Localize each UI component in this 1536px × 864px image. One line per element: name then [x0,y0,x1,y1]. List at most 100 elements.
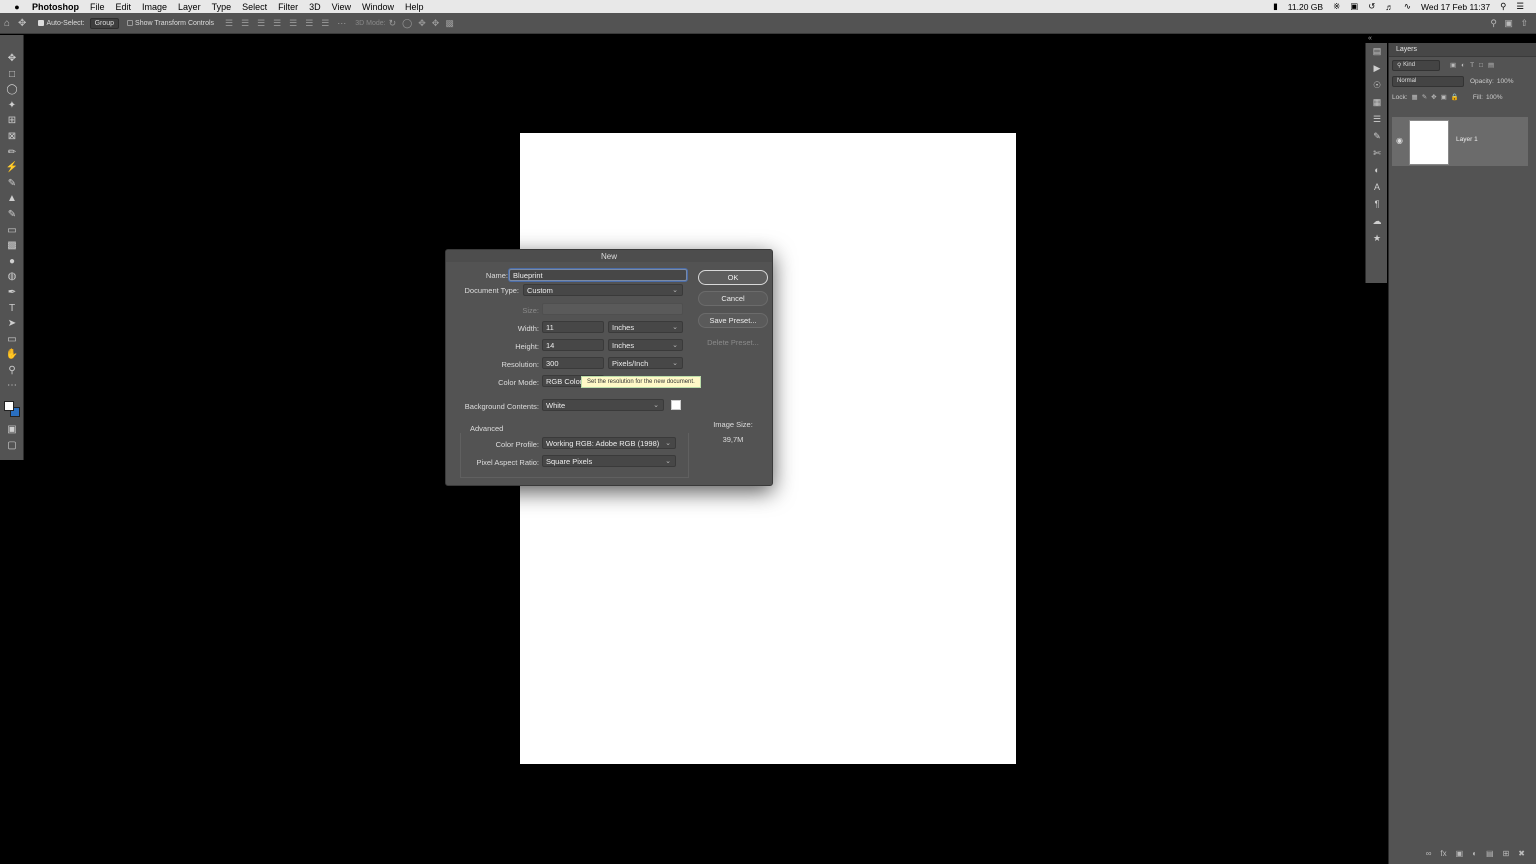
move-tool-icon[interactable]: ✥ [0,51,24,67]
workspace-icon[interactable]: ▣ [1504,18,1513,28]
quick-mask-icon[interactable]: ▣ [0,422,24,438]
zoom-tool-icon[interactable]: ⚲ [0,363,24,379]
align-middle-icon[interactable]: ☰ [289,18,297,28]
frame-tool-icon[interactable]: ⊠ [0,129,24,145]
app-menu[interactable]: Photoshop [32,2,79,12]
control-center-icon[interactable]: ☰ [1516,1,1524,12]
type-tool-icon[interactable]: T [0,301,24,317]
magic-wand-tool-icon[interactable]: ✦ [0,98,24,114]
paths-panel-icon[interactable]: ★ [1366,230,1388,247]
group-icon[interactable]: ▤ [1486,849,1494,858]
crop-tool-icon[interactable]: ⊞ [0,113,24,129]
auto-select-dropdown[interactable]: Group [89,17,120,29]
menu-select[interactable]: Select [242,2,267,12]
trash-icon[interactable]: ✖ [1518,849,1525,858]
dodge-tool-icon[interactable]: ◍ [0,269,24,285]
resolution-input[interactable]: 300 [542,357,604,369]
name-input[interactable]: Blueprint [509,269,687,281]
menu-filter[interactable]: Filter [278,2,298,12]
menu-help[interactable]: Help [405,2,424,12]
transform-controls-checkbox[interactable] [127,20,134,26]
menu-file[interactable]: File [90,2,105,12]
home-icon[interactable]: ⌂ [4,18,10,29]
character-panel-icon[interactable]: A [1366,179,1388,196]
hand-tool-icon[interactable]: ✋ [0,347,24,363]
new-layer-icon[interactable]: ⊞ [1503,849,1510,858]
volume-icon[interactable]: ♬ [1385,2,1394,12]
wifi-icon[interactable]: ∿ [1404,1,1411,12]
screen-icon[interactable]: ▣ [1350,1,1358,12]
align-left-icon[interactable]: ☰ [225,18,233,28]
height-input[interactable]: 14 [542,339,604,351]
share-icon[interactable]: ⇧ [1520,18,1528,28]
menu-layer[interactable]: Layer [178,2,201,12]
paragraph-panel-icon[interactable]: ¶ [1366,196,1388,213]
visibility-eye-icon[interactable]: ◉ [1396,136,1403,145]
height-unit-dropdown[interactable]: Inches ⌄ [608,339,683,351]
link-layers-icon[interactable]: ∞ [1426,849,1432,858]
menu-type[interactable]: Type [212,2,232,12]
history-panel-icon[interactable]: ▤ [1366,43,1388,60]
cancel-button[interactable]: Cancel [698,291,768,306]
distribute-icon[interactable]: ☰ [321,18,329,28]
align-right-icon[interactable]: ☰ [257,18,265,28]
resolution-unit-dropdown[interactable]: Pixels/Inch ⌄ [608,357,683,369]
rectangle-tool-icon[interactable]: ▭ [0,332,24,348]
3d-roll-icon[interactable]: ◯ [402,18,412,29]
menu-image[interactable]: Image [142,2,167,12]
color-panel-icon[interactable]: ◐ [1366,162,1388,179]
panel-collapse-icon[interactable]: « [1368,35,1372,43]
layer-name[interactable]: Layer 1 [1456,136,1478,143]
actions-panel-icon[interactable]: ▶ [1366,60,1388,77]
color-profile-dropdown[interactable]: Working RGB: Adobe RGB (1998) ⌄ [542,437,676,449]
more-options-icon[interactable]: ⋯ [337,18,346,28]
brush-tool-icon[interactable]: ✎ [0,176,24,192]
marquee-tool-icon[interactable]: □ [0,67,24,83]
3d-panel-icon[interactable]: ☉ [1366,77,1388,94]
menu-edit[interactable]: Edit [116,2,132,12]
path-selection-tool-icon[interactable]: ➤ [0,316,24,332]
filter-icons[interactable]: ▣◐T□▤ [1450,61,1499,69]
foreground-color[interactable] [4,401,14,412]
clone-stamp-tool-icon[interactable]: ▲ [0,191,24,207]
spotlight-icon[interactable]: ⚲ [1500,1,1506,12]
width-input[interactable]: 11 [542,321,604,333]
apple-menu-icon[interactable]: ● [11,2,23,12]
tool-presets-icon[interactable]: ✄ [1366,145,1388,162]
3d-pan-icon[interactable]: ✥ [418,18,426,29]
eraser-tool-icon[interactable]: ▭ [0,223,24,239]
healing-brush-tool-icon[interactable]: ⚡ [0,160,24,176]
clock[interactable]: Wed 17 Feb 11:37 [1421,2,1490,12]
layer-row[interactable]: ◉ Layer 1 [1392,117,1528,166]
pen-tool-icon[interactable]: ✒ [0,285,24,301]
battery-icon[interactable]: ▮ [1273,1,1278,12]
screen-mode-icon[interactable]: ▢ [0,438,24,454]
delete-preset-button[interactable]: Delete Preset... [698,335,768,350]
opacity-value[interactable]: 100% [1497,78,1514,85]
storage-status[interactable]: 11.20 GB [1288,2,1323,12]
menu-3d[interactable]: 3D [309,2,321,12]
lasso-tool-icon[interactable]: ◯ [0,82,24,98]
width-unit-dropdown[interactable]: Inches ⌄ [608,321,683,333]
move-tool-icon[interactable]: ✥ [18,18,26,29]
search-icon[interactable]: ⚲ [1490,18,1497,28]
time-machine-icon[interactable]: ↺ [1368,1,1375,12]
align-center-icon[interactable]: ☰ [241,18,249,28]
menu-window[interactable]: Window [362,2,394,12]
swatches-panel-icon[interactable]: ▦ [1366,94,1388,111]
brushes-panel-icon[interactable]: ✎ [1366,128,1388,145]
ok-button[interactable]: OK [698,270,768,285]
gradient-tool-icon[interactable]: ▩ [0,238,24,254]
blur-tool-icon[interactable]: ● [0,254,24,270]
3d-scale-icon[interactable]: ▩ [445,18,454,29]
eyedropper-tool-icon[interactable]: ✏ [0,145,24,161]
fx-icon[interactable]: fx [1440,849,1446,858]
adjustments-panel-icon[interactable]: ☰ [1366,111,1388,128]
auto-select-checkbox[interactable] [38,20,45,26]
libraries-panel-icon[interactable]: ☁ [1366,213,1388,230]
background-color-swatch[interactable] [671,400,681,410]
size-dropdown[interactable] [542,303,683,315]
lock-icons[interactable]: ▦✎✥▣🔒 [1412,93,1463,101]
kind-filter-dropdown[interactable]: ⚲ Kind [1392,59,1440,71]
align-top-icon[interactable]: ☰ [273,18,281,28]
